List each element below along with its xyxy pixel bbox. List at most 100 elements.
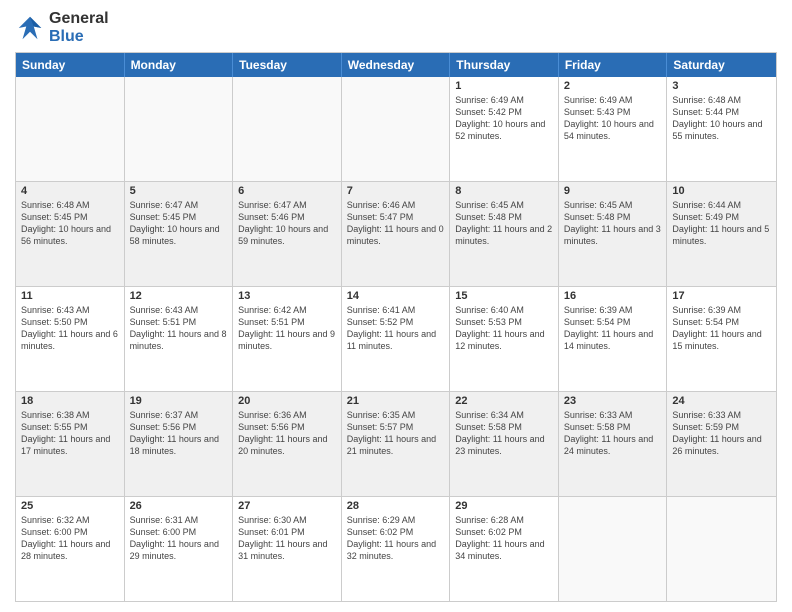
day-number: 8 (455, 185, 553, 197)
calendar-week-4: 18 Sunrise: 6:38 AMSunset: 5:55 PMDayligh… (16, 392, 776, 497)
calendar-cell: 22 Sunrise: 6:34 AMSunset: 5:58 PMDayligh… (450, 392, 559, 496)
calendar-cell: 3 Sunrise: 6:48 AMSunset: 5:44 PMDaylight… (667, 77, 776, 181)
day-number: 10 (672, 185, 771, 197)
calendar-cell: 18 Sunrise: 6:38 AMSunset: 5:55 PMDayligh… (16, 392, 125, 496)
day-info: Sunrise: 6:45 AMSunset: 5:48 PMDaylight:… (564, 199, 662, 248)
calendar-cell: 20 Sunrise: 6:36 AMSunset: 5:56 PMDayligh… (233, 392, 342, 496)
calendar-cell: 23Sunrise: 6:33 AMSunset: 5:58 PMDayligh… (559, 392, 668, 496)
day-info: Sunrise: 6:29 AMSunset: 6:02 PMDaylight:… (347, 514, 445, 563)
day-info: Sunrise: 6:36 AMSunset: 5:56 PMDaylight:… (238, 409, 336, 458)
day-info: Sunrise: 6:38 AMSunset: 5:55 PMDaylight:… (21, 409, 119, 458)
day-number: 27 (238, 500, 336, 512)
header: General Blue (15, 10, 777, 46)
calendar-cell: 24Sunrise: 6:33 AMSunset: 5:59 PMDayligh… (667, 392, 776, 496)
day-number: 13 (238, 290, 336, 302)
calendar-cell: 29 Sunrise: 6:28 AMSunset: 6:02 PMDayligh… (450, 497, 559, 601)
day-info: Sunrise: 6:33 AMSunset: 5:58 PMDaylight:… (564, 409, 662, 458)
day-number: 7 (347, 185, 445, 197)
calendar-cell: 5 Sunrise: 6:47 AMSunset: 5:45 PMDaylight… (125, 182, 234, 286)
calendar-cell: 9 Sunrise: 6:45 AMSunset: 5:48 PMDaylight… (559, 182, 668, 286)
day-number: 3 (672, 80, 771, 92)
logo-icon (15, 13, 45, 43)
day-number: 11 (21, 290, 119, 302)
day-number: 12 (130, 290, 228, 302)
day-info: Sunrise: 6:34 AMSunset: 5:58 PMDaylight:… (455, 409, 553, 458)
day-header-thursday: Thursday (450, 53, 559, 77)
day-info: Sunrise: 6:42 AMSunset: 5:51 PMDaylight:… (238, 304, 336, 353)
calendar-cell: 6Sunrise: 6:47 AMSunset: 5:46 PMDaylight… (233, 182, 342, 286)
calendar-cell: 26Sunrise: 6:31 AMSunset: 6:00 PMDayligh… (125, 497, 234, 601)
day-info: Sunrise: 6:45 AMSunset: 5:48 PMDaylight:… (455, 199, 553, 248)
day-info: Sunrise: 6:41 AMSunset: 5:52 PMDaylight:… (347, 304, 445, 353)
day-number: 22 (455, 395, 553, 407)
logo: General Blue (15, 10, 109, 46)
calendar-cell: 11 Sunrise: 6:43 AMSunset: 5:50 PMDayligh… (16, 287, 125, 391)
calendar-cell: 4Sunrise: 6:48 AMSunset: 5:45 PMDaylight… (16, 182, 125, 286)
day-info: Sunrise: 6:47 AMSunset: 5:45 PMDaylight:… (130, 199, 228, 248)
calendar-cell (667, 497, 776, 601)
calendar-cell (125, 77, 234, 181)
day-header-tuesday: Tuesday (233, 53, 342, 77)
day-number: 18 (21, 395, 119, 407)
day-info: Sunrise: 6:35 AMSunset: 5:57 PMDaylight:… (347, 409, 445, 458)
calendar-cell: 12 Sunrise: 6:43 AMSunset: 5:51 PMDayligh… (125, 287, 234, 391)
day-header-saturday: Saturday (667, 53, 776, 77)
calendar-week-5: 25 Sunrise: 6:32 AMSunset: 6:00 PMDayligh… (16, 497, 776, 601)
calendar-week-3: 11 Sunrise: 6:43 AMSunset: 5:50 PMDayligh… (16, 287, 776, 392)
calendar-cell: 25 Sunrise: 6:32 AMSunset: 6:00 PMDayligh… (16, 497, 125, 601)
day-info: Sunrise: 6:39 AMSunset: 5:54 PMDaylight:… (564, 304, 662, 353)
day-info: Sunrise: 6:46 AMSunset: 5:47 PMDaylight:… (347, 199, 445, 248)
calendar-cell: 19 Sunrise: 6:37 AMSunset: 5:56 PMDayligh… (125, 392, 234, 496)
day-number: 26 (130, 500, 228, 512)
day-info: Sunrise: 6:37 AMSunset: 5:56 PMDaylight:… (130, 409, 228, 458)
day-header-friday: Friday (559, 53, 668, 77)
calendar-week-1: 1 Sunrise: 6:49 AMSunset: 5:42 PMDaylight… (16, 77, 776, 182)
day-info: Sunrise: 6:49 AMSunset: 5:42 PMDaylight:… (455, 94, 553, 143)
calendar-cell: 7 Sunrise: 6:46 AMSunset: 5:47 PMDaylight… (342, 182, 451, 286)
day-number: 2 (564, 80, 662, 92)
day-number: 1 (455, 80, 553, 92)
day-number: 25 (21, 500, 119, 512)
calendar-cell (16, 77, 125, 181)
day-info: Sunrise: 6:43 AMSunset: 5:50 PMDaylight:… (21, 304, 119, 353)
logo-text: General Blue (49, 10, 109, 46)
day-number: 24 (672, 395, 771, 407)
calendar-cell: 10 Sunrise: 6:44 AMSunset: 5:49 PMDayligh… (667, 182, 776, 286)
day-number: 28 (347, 500, 445, 512)
calendar-cell: 16Sunrise: 6:39 AMSunset: 5:54 PMDayligh… (559, 287, 668, 391)
calendar-cell: 21 Sunrise: 6:35 AMSunset: 5:57 PMDayligh… (342, 392, 451, 496)
day-info: Sunrise: 6:48 AMSunset: 5:45 PMDaylight:… (21, 199, 119, 248)
day-header-monday: Monday (125, 53, 234, 77)
day-number: 21 (347, 395, 445, 407)
day-info: Sunrise: 6:40 AMSunset: 5:53 PMDaylight:… (455, 304, 553, 353)
day-info: Sunrise: 6:32 AMSunset: 6:00 PMDaylight:… (21, 514, 119, 563)
day-number: 14 (347, 290, 445, 302)
day-info: Sunrise: 6:28 AMSunset: 6:02 PMDaylight:… (455, 514, 553, 563)
calendar-cell: 14 Sunrise: 6:41 AMSunset: 5:52 PMDayligh… (342, 287, 451, 391)
calendar-cell (342, 77, 451, 181)
day-number: 20 (238, 395, 336, 407)
day-info: Sunrise: 6:49 AMSunset: 5:43 PMDaylight:… (564, 94, 662, 143)
calendar-header: SundayMondayTuesdayWednesdayThursdayFrid… (16, 53, 776, 77)
day-header-wednesday: Wednesday (342, 53, 451, 77)
day-number: 5 (130, 185, 228, 197)
calendar-cell (233, 77, 342, 181)
day-info: Sunrise: 6:43 AMSunset: 5:51 PMDaylight:… (130, 304, 228, 353)
calendar-body: 1 Sunrise: 6:49 AMSunset: 5:42 PMDaylight… (16, 77, 776, 601)
calendar-cell: 1 Sunrise: 6:49 AMSunset: 5:42 PMDaylight… (450, 77, 559, 181)
calendar-week-2: 4Sunrise: 6:48 AMSunset: 5:45 PMDaylight… (16, 182, 776, 287)
day-number: 9 (564, 185, 662, 197)
day-number: 6 (238, 185, 336, 197)
calendar-cell: 27Sunrise: 6:30 AMSunset: 6:01 PMDayligh… (233, 497, 342, 601)
day-number: 15 (455, 290, 553, 302)
day-info: Sunrise: 6:44 AMSunset: 5:49 PMDaylight:… (672, 199, 771, 248)
page: General Blue SundayMondayTuesdayWednesda… (0, 0, 792, 612)
day-number: 17 (672, 290, 771, 302)
day-number: 19 (130, 395, 228, 407)
day-info: Sunrise: 6:48 AMSunset: 5:44 PMDaylight:… (672, 94, 771, 143)
calendar-cell: 28 Sunrise: 6:29 AMSunset: 6:02 PMDayligh… (342, 497, 451, 601)
day-number: 29 (455, 500, 553, 512)
calendar-cell: 2 Sunrise: 6:49 AMSunset: 5:43 PMDaylight… (559, 77, 668, 181)
calendar-cell (559, 497, 668, 601)
calendar-cell: 13 Sunrise: 6:42 AMSunset: 5:51 PMDayligh… (233, 287, 342, 391)
